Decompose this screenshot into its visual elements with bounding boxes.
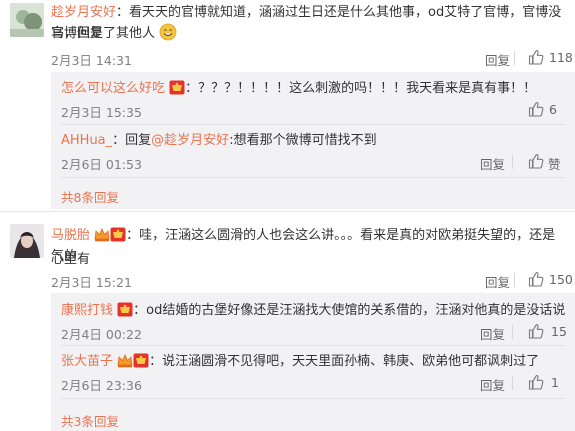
- like-count: 118: [549, 50, 573, 65]
- comment-body-line2: 官博回复了其他人: [51, 23, 566, 48]
- thumbs-up-icon: [528, 272, 544, 287]
- avatar[interactable]: [10, 224, 44, 258]
- reply-text: od结婚的古堡好像还是汪涵找大使馆的关系借的，汪涵对他真的是没话说: [146, 303, 566, 318]
- sub-reply-1: 康熙打钱 ：od结婚的古堡好像还是汪涵找大使馆的关系借的，汪涵对他真的是没话说 …: [51, 293, 575, 346]
- like-button[interactable]: [528, 374, 544, 390]
- reply-button[interactable]: 回复: [485, 50, 510, 69]
- divider: [61, 398, 565, 399]
- comment-author[interactable]: 趁岁月安好: [51, 5, 116, 20]
- more-replies-link[interactable]: 共8条回复: [61, 187, 119, 206]
- grin-emoji-icon: [159, 23, 177, 48]
- avatar-image: [10, 3, 44, 37]
- reply-time: 2月6日 23:36: [61, 378, 142, 393]
- medal-badge-icon: [117, 302, 133, 324]
- reply-author[interactable]: AHHua_: [61, 133, 112, 148]
- reply-author[interactable]: 怎么可以这么好吃: [61, 81, 165, 96]
- thumbs-up-icon: [528, 375, 544, 390]
- reply-time: 2月3日 15:35: [61, 105, 142, 120]
- reply-button[interactable]: 回复: [480, 324, 505, 343]
- like-button[interactable]: [528, 49, 544, 65]
- reply-list: 怎么可以这么好吃 ：？？？！！！！这么刺激的吗！！！我天看来是真有事！！ 2月3…: [51, 72, 575, 209]
- sub-reply-2: AHHua_：回复@趁岁月安好:想看那个微博可惜找不到 2月6日 01:53 回…: [51, 125, 575, 178]
- like-button[interactable]: [528, 323, 544, 339]
- like-label: 赞: [548, 157, 561, 172]
- action-divider: [512, 325, 513, 339]
- avatar[interactable]: [10, 3, 44, 37]
- reply-time: 2月4日 00:22: [61, 327, 142, 342]
- reply-button[interactable]: 回复: [480, 375, 505, 394]
- like-button[interactable]: [528, 271, 544, 287]
- sub-reply-1: 怎么可以这么好吃 ：？？？！！！！这么刺激的吗！！！我天看来是真有事！！ 2月3…: [51, 72, 575, 125]
- vip-crown-icon: [117, 353, 133, 375]
- like-button[interactable]: [528, 101, 544, 117]
- like-count: 1: [551, 375, 559, 390]
- reply-button[interactable]: 回复: [485, 272, 510, 291]
- comment-time: 2月3日 15:21: [51, 275, 132, 290]
- reply-button[interactable]: 回复: [480, 154, 505, 173]
- sub-reply-2: 张大苗子 ：说汪涵圆滑不见得吧，天天里面孙楠、韩庚、欧弟他可都讽刺过了 2月6日…: [51, 346, 575, 399]
- like-button[interactable]: [528, 153, 544, 169]
- action-divider: [512, 376, 513, 390]
- comment-time: 2月3日 14:31: [51, 53, 132, 68]
- reply-text: :想看那个微博可惜找不到: [229, 133, 377, 148]
- mention-link[interactable]: @趁岁月安好: [151, 133, 229, 148]
- action-divider: [512, 155, 513, 169]
- reply-author[interactable]: 康熙打钱: [61, 303, 113, 318]
- action-divider: [514, 273, 515, 287]
- like-count: 150: [549, 272, 573, 287]
- thumbs-up-icon: [528, 102, 544, 117]
- comment-divider: [0, 211, 575, 212]
- thumbs-up-icon: [528, 154, 544, 169]
- like-count: 6: [549, 102, 557, 117]
- comment-author[interactable]: 马脱胎: [51, 228, 90, 243]
- medal-badge-icon: [169, 80, 185, 102]
- reply-list: 康熙打钱 ：od结婚的古堡好像还是汪涵找大使馆的关系借的，汪涵对他真的是没话说 …: [51, 293, 575, 431]
- reply-time: 2月6日 01:53: [61, 157, 142, 172]
- thumbs-up-icon: [528, 324, 544, 339]
- action-divider: [514, 51, 515, 65]
- more-replies-link[interactable]: 共3条回复: [61, 411, 119, 430]
- avatar-image: [10, 224, 44, 258]
- reply-text: 说汪涵圆滑不见得吧，天天里面孙楠、韩庚、欧弟他可都讽刺过了: [162, 354, 540, 369]
- like-count: 15: [551, 324, 567, 339]
- reply-text: ？？？！！！！这么刺激的吗！！！我天看来是真有事！！: [198, 81, 537, 96]
- medal-badge-icon: [133, 353, 149, 375]
- comment-body-line2: 气的: [51, 249, 78, 264]
- thumbs-up-icon: [528, 50, 544, 65]
- divider: [61, 177, 565, 178]
- reply-author[interactable]: 张大苗子: [61, 354, 113, 369]
